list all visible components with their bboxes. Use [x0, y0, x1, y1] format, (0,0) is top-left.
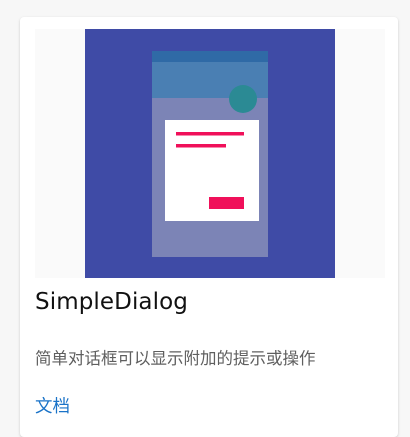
card-media — [35, 29, 385, 278]
phone-status-bar — [152, 51, 268, 62]
dialog-line-2 — [176, 144, 226, 148]
documentation-link[interactable]: 文档 — [35, 393, 70, 418]
card-description: 简单对话框可以显示附加的提示或操作 — [35, 349, 316, 368]
simple-dialog-illustration — [85, 29, 335, 278]
dialog-action-button — [209, 197, 244, 209]
component-card: SimpleDialog 简单对话框可以显示附加的提示或操作 文档 — [20, 17, 398, 437]
avatar-icon — [229, 85, 257, 113]
card-title: SimpleDialog — [35, 289, 188, 315]
dialog-line-1 — [176, 132, 244, 136]
